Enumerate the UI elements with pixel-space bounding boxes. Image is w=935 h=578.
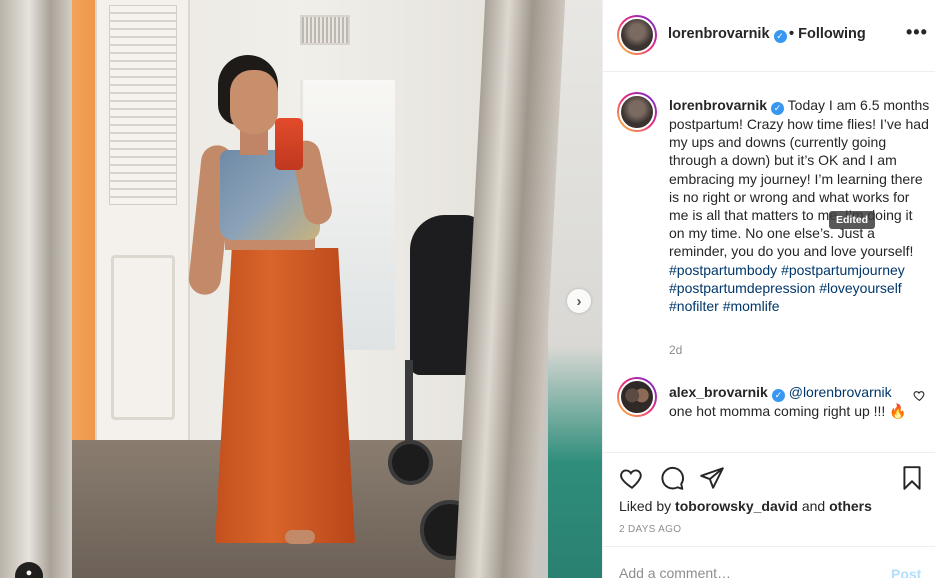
caption-username[interactable]: lorenbrovarnik [669,97,767,113]
verified-badge-icon: ✓ [771,102,785,115]
post-age[interactable]: 2d [669,343,682,357]
commenter-avatar[interactable] [617,377,657,417]
author-avatar[interactable] [617,15,657,55]
add-comment-row: Post [603,546,935,578]
author-username[interactable]: lorenbrovarnik ✓ [668,26,787,43]
post-timestamp[interactable]: 2 DAYS AGO [619,524,681,535]
post-actions: Liked by toborowsky_david and others 2 D… [603,452,935,578]
shutter-door [95,0,190,450]
like-heart-icon[interactable] [619,465,645,491]
air-vent [300,15,350,45]
verified-badge-icon: ✓ [773,30,787,43]
person-face [230,70,278,134]
following-button[interactable]: • Following [789,26,866,42]
mirror-frame-left [0,0,72,578]
post-caption: lorenbrovarnik ✓ Today I am 6.5 months po… [669,96,931,315]
post-side-panel: lorenbrovarnik ✓ • Following ••• lorenbro… [602,0,935,578]
more-options-icon[interactable]: ••• [906,22,928,43]
share-paper-plane-icon[interactable] [699,465,725,491]
edited-tooltip: Edited [829,211,876,229]
like-comment-heart-icon[interactable] [913,389,926,402]
post-comment-button[interactable]: Post [891,566,921,578]
post-image[interactable]: › ● [0,0,602,578]
comment-mention[interactable]: @lorenbrovarnik [789,384,892,400]
caption-avatar[interactable] [617,92,657,132]
comment-text: one hot momma coming right up !!! 🔥 [669,403,907,419]
post-header: lorenbrovarnik ✓ • Following ••• [603,0,935,72]
person-pants [215,248,355,543]
stroller-wheel [388,440,433,485]
verified-badge-icon: ✓ [771,389,785,402]
save-bookmark-icon[interactable] [899,465,925,491]
chevron-right-icon: › [576,292,582,310]
comment: alex_brovarnik ✓ @lorenbrovarnik one hot … [669,383,909,420]
user-icon: ● [25,567,33,578]
comment-username[interactable]: alex_brovarnik [669,384,768,400]
caption-text: Today I am 6.5 months postpartum! Crazy … [669,97,930,260]
next-image-button[interactable]: › [567,289,591,313]
liked-by-others[interactable]: others [829,498,872,514]
caption-hashtags[interactable]: #postpartumbody #postpartumjourney #post… [669,262,905,314]
liked-by-user[interactable]: toborowsky_david [675,498,798,514]
comment-bubble-icon[interactable] [659,465,685,491]
liked-by: Liked by toborowsky_david and others [619,498,872,514]
add-comment-input[interactable] [619,565,859,578]
phone [275,118,303,170]
